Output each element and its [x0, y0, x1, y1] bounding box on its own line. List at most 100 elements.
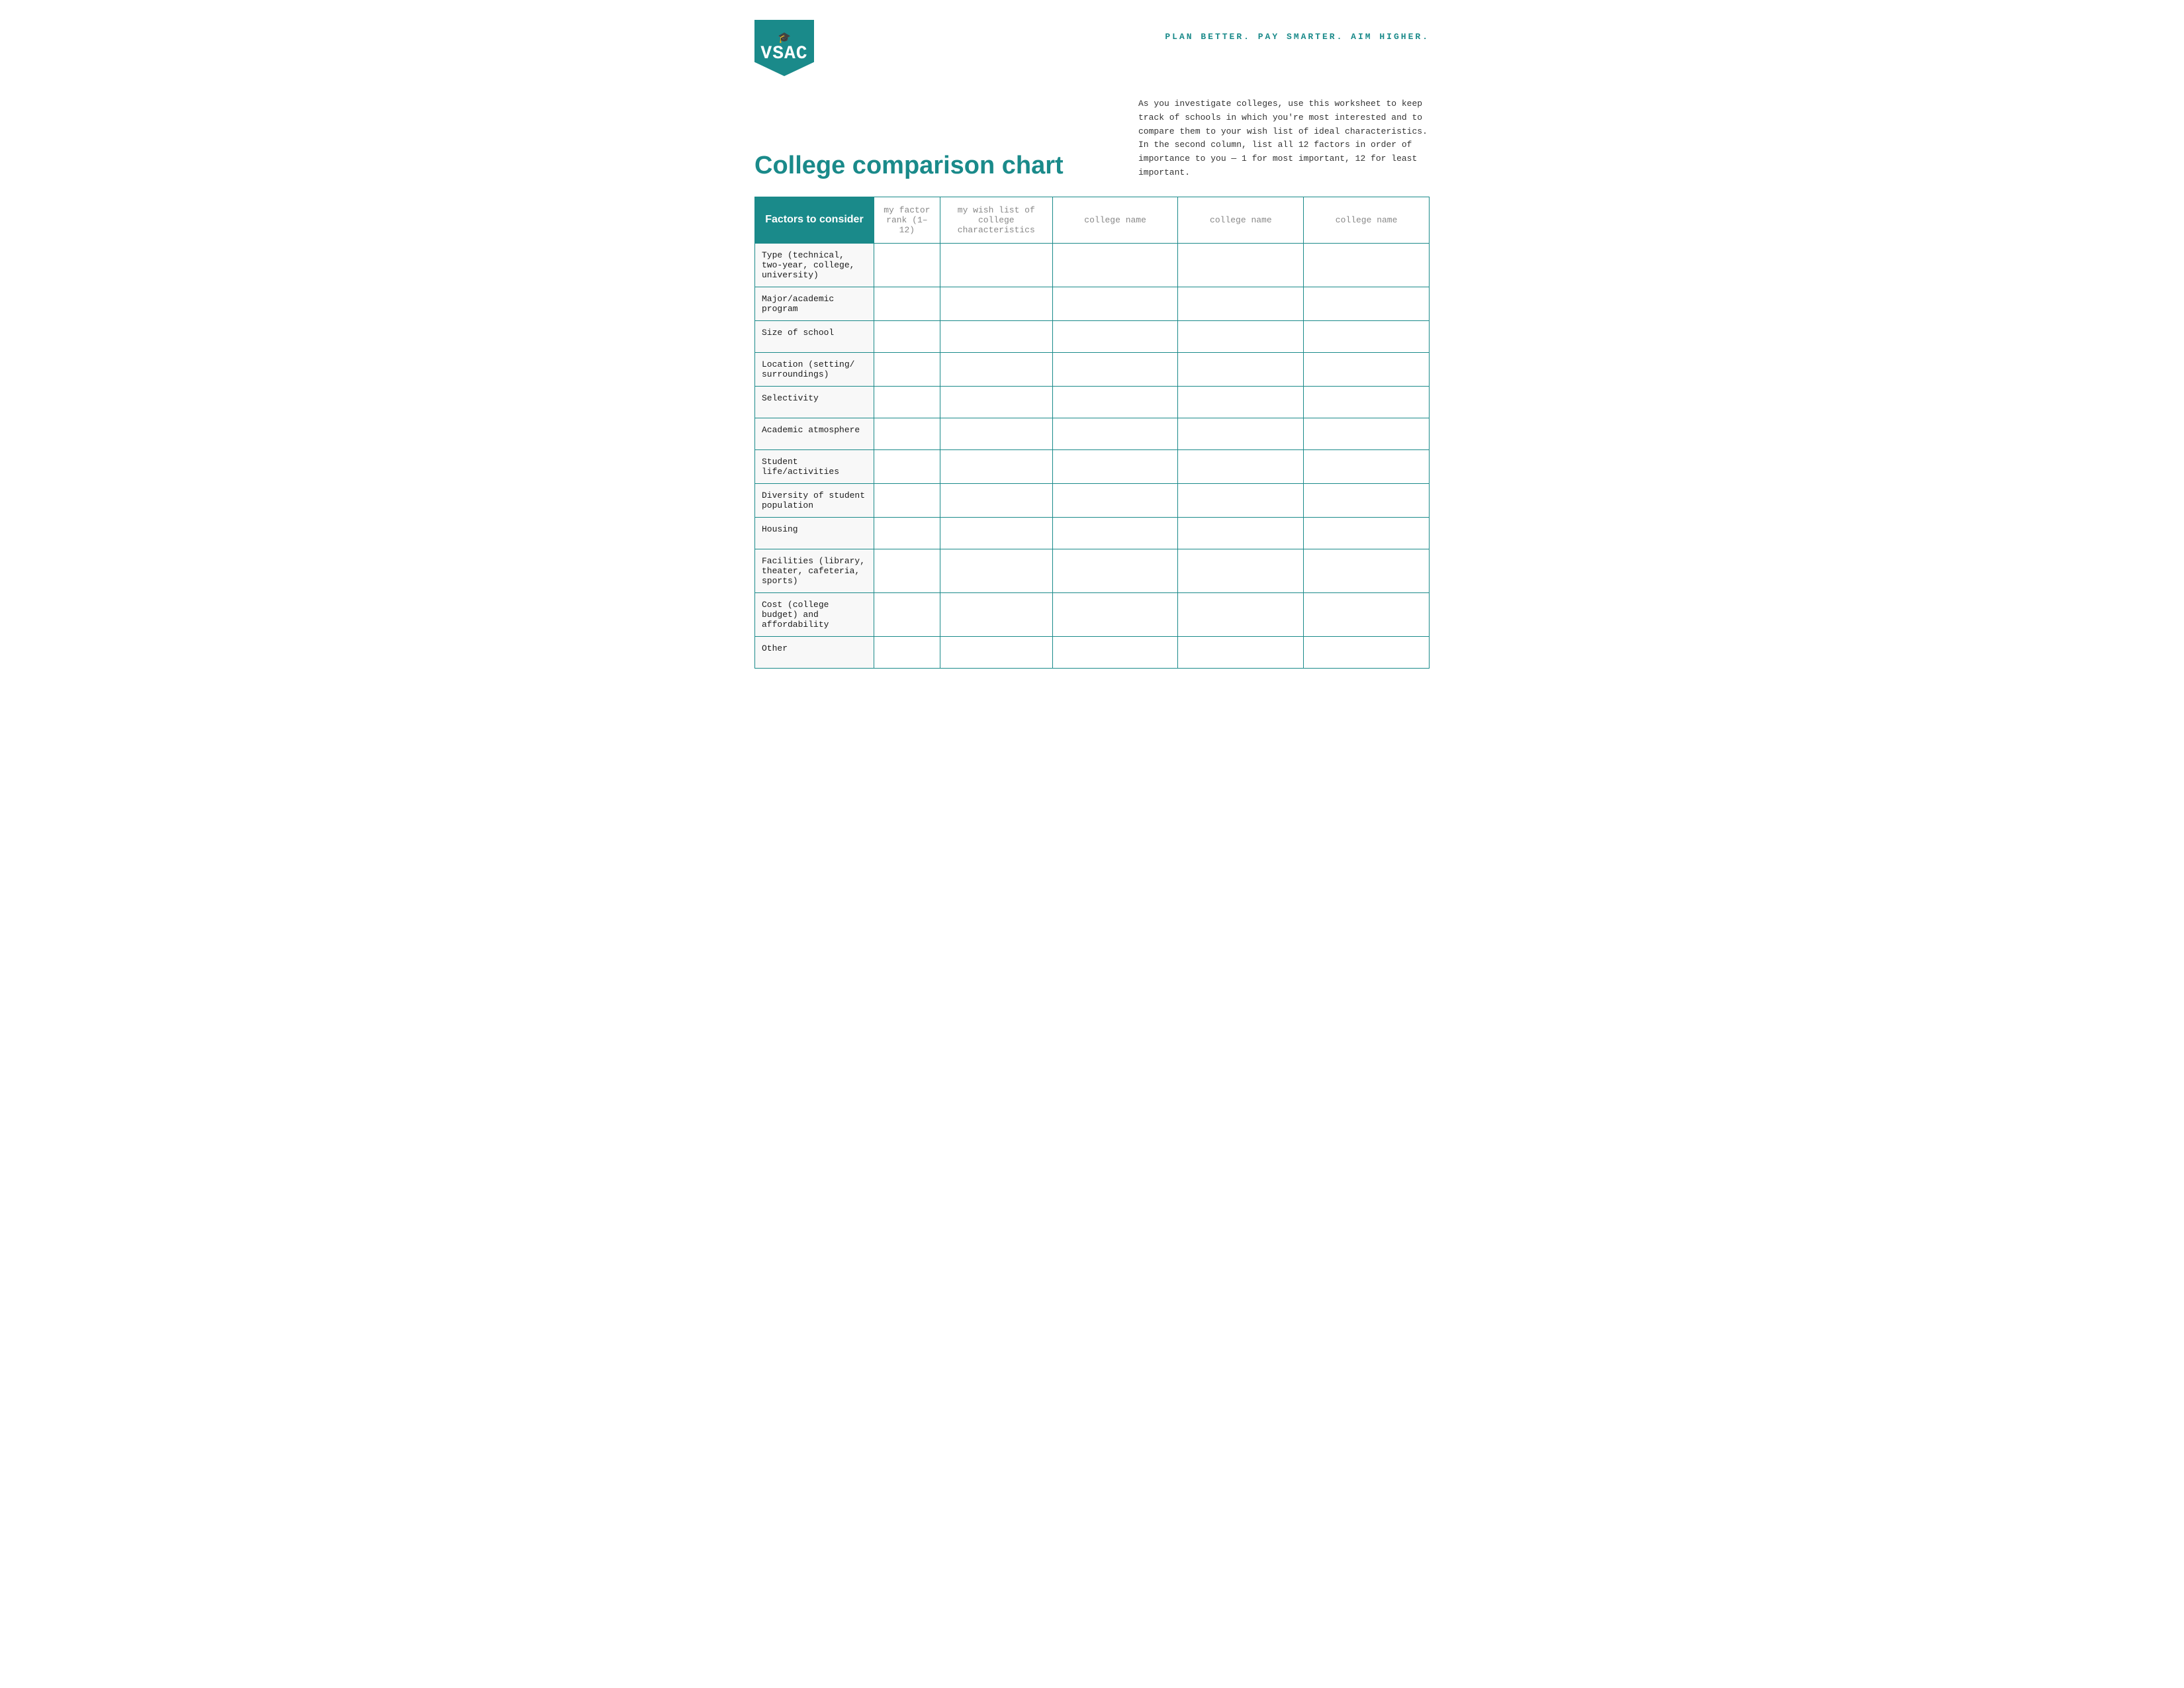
rank-cell[interactable] — [874, 418, 940, 449]
rank-cell[interactable] — [874, 483, 940, 517]
college3-cell[interactable] — [1304, 517, 1430, 549]
wish-cell[interactable] — [940, 320, 1052, 352]
factor-cell: Location (setting/ surroundings) — [755, 352, 874, 386]
header-wish: my wish list of college characteristics — [940, 197, 1052, 243]
college2-cell[interactable] — [1178, 592, 1304, 636]
college3-cell[interactable] — [1304, 418, 1430, 449]
rank-cell[interactable] — [874, 592, 940, 636]
rank-cell[interactable] — [874, 517, 940, 549]
factor-cell: Other — [755, 636, 874, 668]
wish-cell[interactable] — [940, 449, 1052, 483]
factor-cell: Facilities (library, theater, cafeteria,… — [755, 549, 874, 592]
college2-cell[interactable] — [1178, 243, 1304, 287]
table-row: Facilities (library, theater, cafeteria,… — [755, 549, 1430, 592]
rank-cell[interactable] — [874, 320, 940, 352]
title-area: College comparison chart — [754, 152, 1064, 180]
wish-cell[interactable] — [940, 243, 1052, 287]
college1-cell[interactable] — [1052, 549, 1178, 592]
factor-cell: Academic atmosphere — [755, 418, 874, 449]
table-row: Student life/activities — [755, 449, 1430, 483]
college2-cell[interactable] — [1178, 549, 1304, 592]
college2-cell[interactable] — [1178, 418, 1304, 449]
college1-cell[interactable] — [1052, 287, 1178, 320]
college2-cell[interactable] — [1178, 517, 1304, 549]
header-factors: Factors to consider — [755, 197, 874, 243]
rank-cell[interactable] — [874, 549, 940, 592]
rank-cell[interactable] — [874, 287, 940, 320]
college3-cell[interactable] — [1304, 449, 1430, 483]
college2-cell[interactable] — [1178, 483, 1304, 517]
wish-cell[interactable] — [940, 517, 1052, 549]
top-row: College comparison chart As you investig… — [754, 97, 1430, 180]
college2-cell[interactable] — [1178, 449, 1304, 483]
college3-cell[interactable] — [1304, 483, 1430, 517]
table-row: Major/academic program — [755, 287, 1430, 320]
college3-cell[interactable] — [1304, 320, 1430, 352]
college3-cell[interactable] — [1304, 352, 1430, 386]
college3-cell[interactable] — [1304, 592, 1430, 636]
factor-cell: Size of school — [755, 320, 874, 352]
tagline: PLAN BETTER. PAY SMARTER. AIM HIGHER. — [1165, 32, 1430, 42]
wish-cell[interactable] — [940, 352, 1052, 386]
description-text: As you investigate colleges, use this wo… — [1138, 97, 1430, 180]
table-row: Academic atmosphere — [755, 418, 1430, 449]
college2-cell[interactable] — [1178, 320, 1304, 352]
header-college3: college name — [1304, 197, 1430, 243]
table-header-row: Factors to consider my factor rank (1–12… — [755, 197, 1430, 243]
college3-cell[interactable] — [1304, 549, 1430, 592]
wish-cell[interactable] — [940, 549, 1052, 592]
table-row: Selectivity — [755, 386, 1430, 418]
table-row: Cost (college budget) and affordability — [755, 592, 1430, 636]
rank-cell[interactable] — [874, 386, 940, 418]
college2-cell[interactable] — [1178, 287, 1304, 320]
table-row: Housing — [755, 517, 1430, 549]
college1-cell[interactable] — [1052, 449, 1178, 483]
college3-cell[interactable] — [1304, 287, 1430, 320]
wish-cell[interactable] — [940, 418, 1052, 449]
factor-cell: Diversity of student population — [755, 483, 874, 517]
rank-cell[interactable] — [874, 352, 940, 386]
factor-cell: Cost (college budget) and affordability — [755, 592, 874, 636]
logo-container: 🎓 VSAC — [754, 20, 814, 84]
college1-cell[interactable] — [1052, 418, 1178, 449]
header-college2: college name — [1178, 197, 1304, 243]
table-row: Location (setting/ surroundings) — [755, 352, 1430, 386]
graduation-cap-icon: 🎓 — [778, 33, 791, 44]
college2-cell[interactable] — [1178, 352, 1304, 386]
rank-cell[interactable] — [874, 449, 940, 483]
college3-cell[interactable] — [1304, 243, 1430, 287]
wish-cell[interactable] — [940, 636, 1052, 668]
college2-cell[interactable] — [1178, 386, 1304, 418]
college1-cell[interactable] — [1052, 592, 1178, 636]
college1-cell[interactable] — [1052, 386, 1178, 418]
wish-cell[interactable] — [940, 592, 1052, 636]
college1-cell[interactable] — [1052, 352, 1178, 386]
college1-cell[interactable] — [1052, 483, 1178, 517]
page-title: College comparison chart — [754, 152, 1064, 180]
college1-cell[interactable] — [1052, 517, 1178, 549]
header-section: 🎓 VSAC PLAN BETTER. PAY SMARTER. AIM HIG… — [754, 20, 1430, 84]
college2-cell[interactable] — [1178, 636, 1304, 668]
rank-cell[interactable] — [874, 243, 940, 287]
college3-cell[interactable] — [1304, 636, 1430, 668]
header-tagline-container: PLAN BETTER. PAY SMARTER. AIM HIGHER. — [1165, 20, 1430, 42]
header-college1: college name — [1052, 197, 1178, 243]
college1-cell[interactable] — [1052, 320, 1178, 352]
table-row: Other — [755, 636, 1430, 668]
college3-cell[interactable] — [1304, 386, 1430, 418]
table-row: Size of school — [755, 320, 1430, 352]
wish-cell[interactable] — [940, 287, 1052, 320]
wish-cell[interactable] — [940, 386, 1052, 418]
college1-cell[interactable] — [1052, 636, 1178, 668]
comparison-table: Factors to consider my factor rank (1–12… — [754, 197, 1430, 669]
rank-cell[interactable] — [874, 636, 940, 668]
factor-cell: Type (technical, two-year, college, univ… — [755, 243, 874, 287]
logo-inner: 🎓 VSAC — [760, 33, 807, 64]
logo-badge: 🎓 VSAC — [754, 20, 814, 76]
wish-cell[interactable] — [940, 483, 1052, 517]
factor-cell: Major/academic program — [755, 287, 874, 320]
factor-cell: Selectivity — [755, 386, 874, 418]
header-rank: my factor rank (1–12) — [874, 197, 940, 243]
college1-cell[interactable] — [1052, 243, 1178, 287]
description-area: As you investigate colleges, use this wo… — [1138, 97, 1430, 180]
